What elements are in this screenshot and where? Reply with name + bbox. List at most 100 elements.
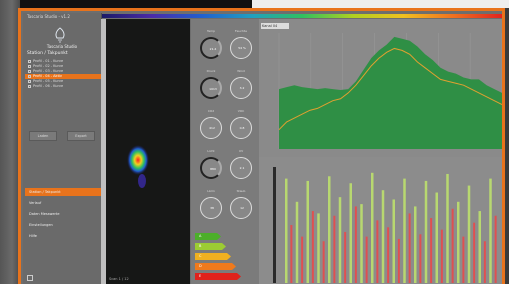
- profile-list-label: Profil - 02 - Kurve: [33, 64, 64, 68]
- bar-green: [435, 192, 438, 283]
- bar-chart-panel: [259, 157, 502, 284]
- nav-item[interactable]: Station / Takpunkt: [25, 188, 101, 196]
- area-chart-panel: Kanal 04: [259, 19, 502, 157]
- bar-red: [397, 238, 400, 283]
- profile-list-label: Profil - 03 - Kurve: [33, 69, 64, 73]
- app-window: Tascaria Studio - v1.2 Tascaria Studio S…: [18, 8, 505, 284]
- nav-item[interactable]: Daten Messwerte: [25, 210, 101, 218]
- section-title: Station / Takpunkt: [27, 51, 68, 56]
- cursor-marker[interactable]: [273, 167, 276, 283]
- bar-red: [376, 220, 379, 283]
- profile-list-item[interactable]: Profil - 06 - Kurve: [25, 84, 101, 89]
- nav-item[interactable]: Verlauf: [25, 199, 101, 207]
- gauge-value: 2.1: [239, 166, 245, 170]
- app-title: Tascaria Studio - v1.2: [27, 14, 70, 19]
- bar-green: [295, 201, 299, 283]
- bar-red: [301, 236, 304, 283]
- bar-green: [338, 197, 342, 283]
- bar-red: [290, 225, 293, 283]
- bar-chart: [273, 167, 497, 283]
- gauge-value: 0.8: [239, 126, 245, 130]
- bar-green: [478, 211, 481, 283]
- checkbox-icon[interactable]: [28, 75, 31, 78]
- bar-red: [322, 241, 325, 283]
- gauge-label: UV: [238, 149, 244, 153]
- area-chart: [278, 33, 502, 149]
- gauge-value: 12: [240, 206, 244, 210]
- bar-red: [451, 208, 454, 283]
- gauge-label: Temp: [207, 29, 215, 33]
- gauge-dial: 21.4: [200, 37, 222, 59]
- logo-text: Tascaria Studio: [46, 44, 78, 49]
- bar-red: [354, 206, 357, 283]
- chart-channel-tag[interactable]: Kanal 04: [261, 23, 289, 29]
- bar-red: [311, 211, 314, 283]
- nav-item[interactable]: Hilfe: [25, 232, 101, 240]
- gauge-value: 3.2: [239, 86, 245, 90]
- bar-red: [473, 222, 476, 283]
- background-top-light: [252, 0, 509, 8]
- gauge-dial: 1013: [200, 77, 222, 99]
- bar-green: [285, 178, 288, 283]
- bar-red: [344, 231, 347, 283]
- gauge-value: 412: [209, 126, 215, 130]
- export-button[interactable]: Export: [67, 131, 95, 141]
- color-scale-bar: [101, 14, 502, 18]
- profile-list-label: Profil - 01 - Kurve: [33, 59, 64, 63]
- bar-green: [328, 176, 331, 283]
- bar-red: [462, 236, 465, 283]
- gauge-dial: 12: [230, 197, 252, 219]
- gauge-value: 38: [210, 206, 214, 210]
- heatmap-panel: Scan 1 / 12: [101, 19, 190, 284]
- bar-red: [494, 215, 497, 283]
- sidebar: Tascaria Studio - v1.2 Tascaria Studio S…: [23, 13, 102, 284]
- gauge-panel: ABCDE Temp 21.4 Feuchte 54 % Druck 1013 Wind 3.…: [191, 19, 259, 284]
- checkbox-icon[interactable]: [28, 80, 31, 83]
- bar-red: [387, 227, 390, 283]
- load-button[interactable]: Laden: [29, 131, 57, 141]
- bar-green: [317, 213, 320, 283]
- bar-green: [414, 206, 417, 283]
- bar-red: [333, 215, 336, 283]
- gauge-dial: 2.1: [230, 157, 252, 179]
- gauge-label: Druck: [206, 69, 216, 73]
- gauge-value: 54 %: [238, 46, 246, 50]
- profile-list-label: Profil - 05 - Kurve: [33, 79, 64, 83]
- gauge-label: Staub: [236, 189, 246, 193]
- checkbox-icon[interactable]: [28, 85, 31, 88]
- bar-green: [306, 180, 309, 283]
- energy-class-bar: D: [195, 263, 236, 270]
- bar-green: [381, 190, 385, 283]
- bar-red: [419, 234, 422, 283]
- checkbox-icon[interactable]: [28, 65, 31, 68]
- checkbox-icon[interactable]: [28, 70, 31, 73]
- bar-green: [446, 173, 449, 283]
- gauge-value: 21.4: [209, 47, 217, 51]
- bar-red: [483, 241, 486, 283]
- profile-list-label: Profil - 04 - Aktiv: [33, 74, 62, 78]
- gauge-value: 880: [210, 167, 216, 171]
- area-series: [279, 36, 502, 149]
- gauge-dial: 54 %: [230, 37, 252, 59]
- heatmap-caption: Scan 1 / 12: [109, 277, 129, 281]
- gauge-dial: 412: [200, 117, 222, 139]
- logo-icon: [55, 27, 65, 43]
- bar-red: [408, 213, 411, 283]
- status-indicator: [27, 275, 33, 281]
- bar-green: [392, 199, 395, 283]
- bar-green: [371, 172, 374, 283]
- checkbox-icon[interactable]: [28, 60, 31, 63]
- gauge-label: VOC: [237, 109, 245, 113]
- bar-green: [424, 180, 428, 283]
- bar-green: [489, 178, 492, 283]
- profile-list-label: Profil - 06 - Kurve: [33, 84, 64, 88]
- bar-red: [365, 236, 368, 283]
- energy-class-bar: B: [195, 243, 226, 250]
- nav-item[interactable]: Einstellungen: [25, 221, 101, 229]
- heat-tail: [138, 174, 146, 188]
- gauge-dial: 0.8: [230, 117, 252, 139]
- gauge-label: CO2: [207, 109, 215, 113]
- background-top-dark: [20, 0, 252, 8]
- bar-green: [360, 204, 363, 283]
- gauge-label: Feuchte: [235, 29, 247, 33]
